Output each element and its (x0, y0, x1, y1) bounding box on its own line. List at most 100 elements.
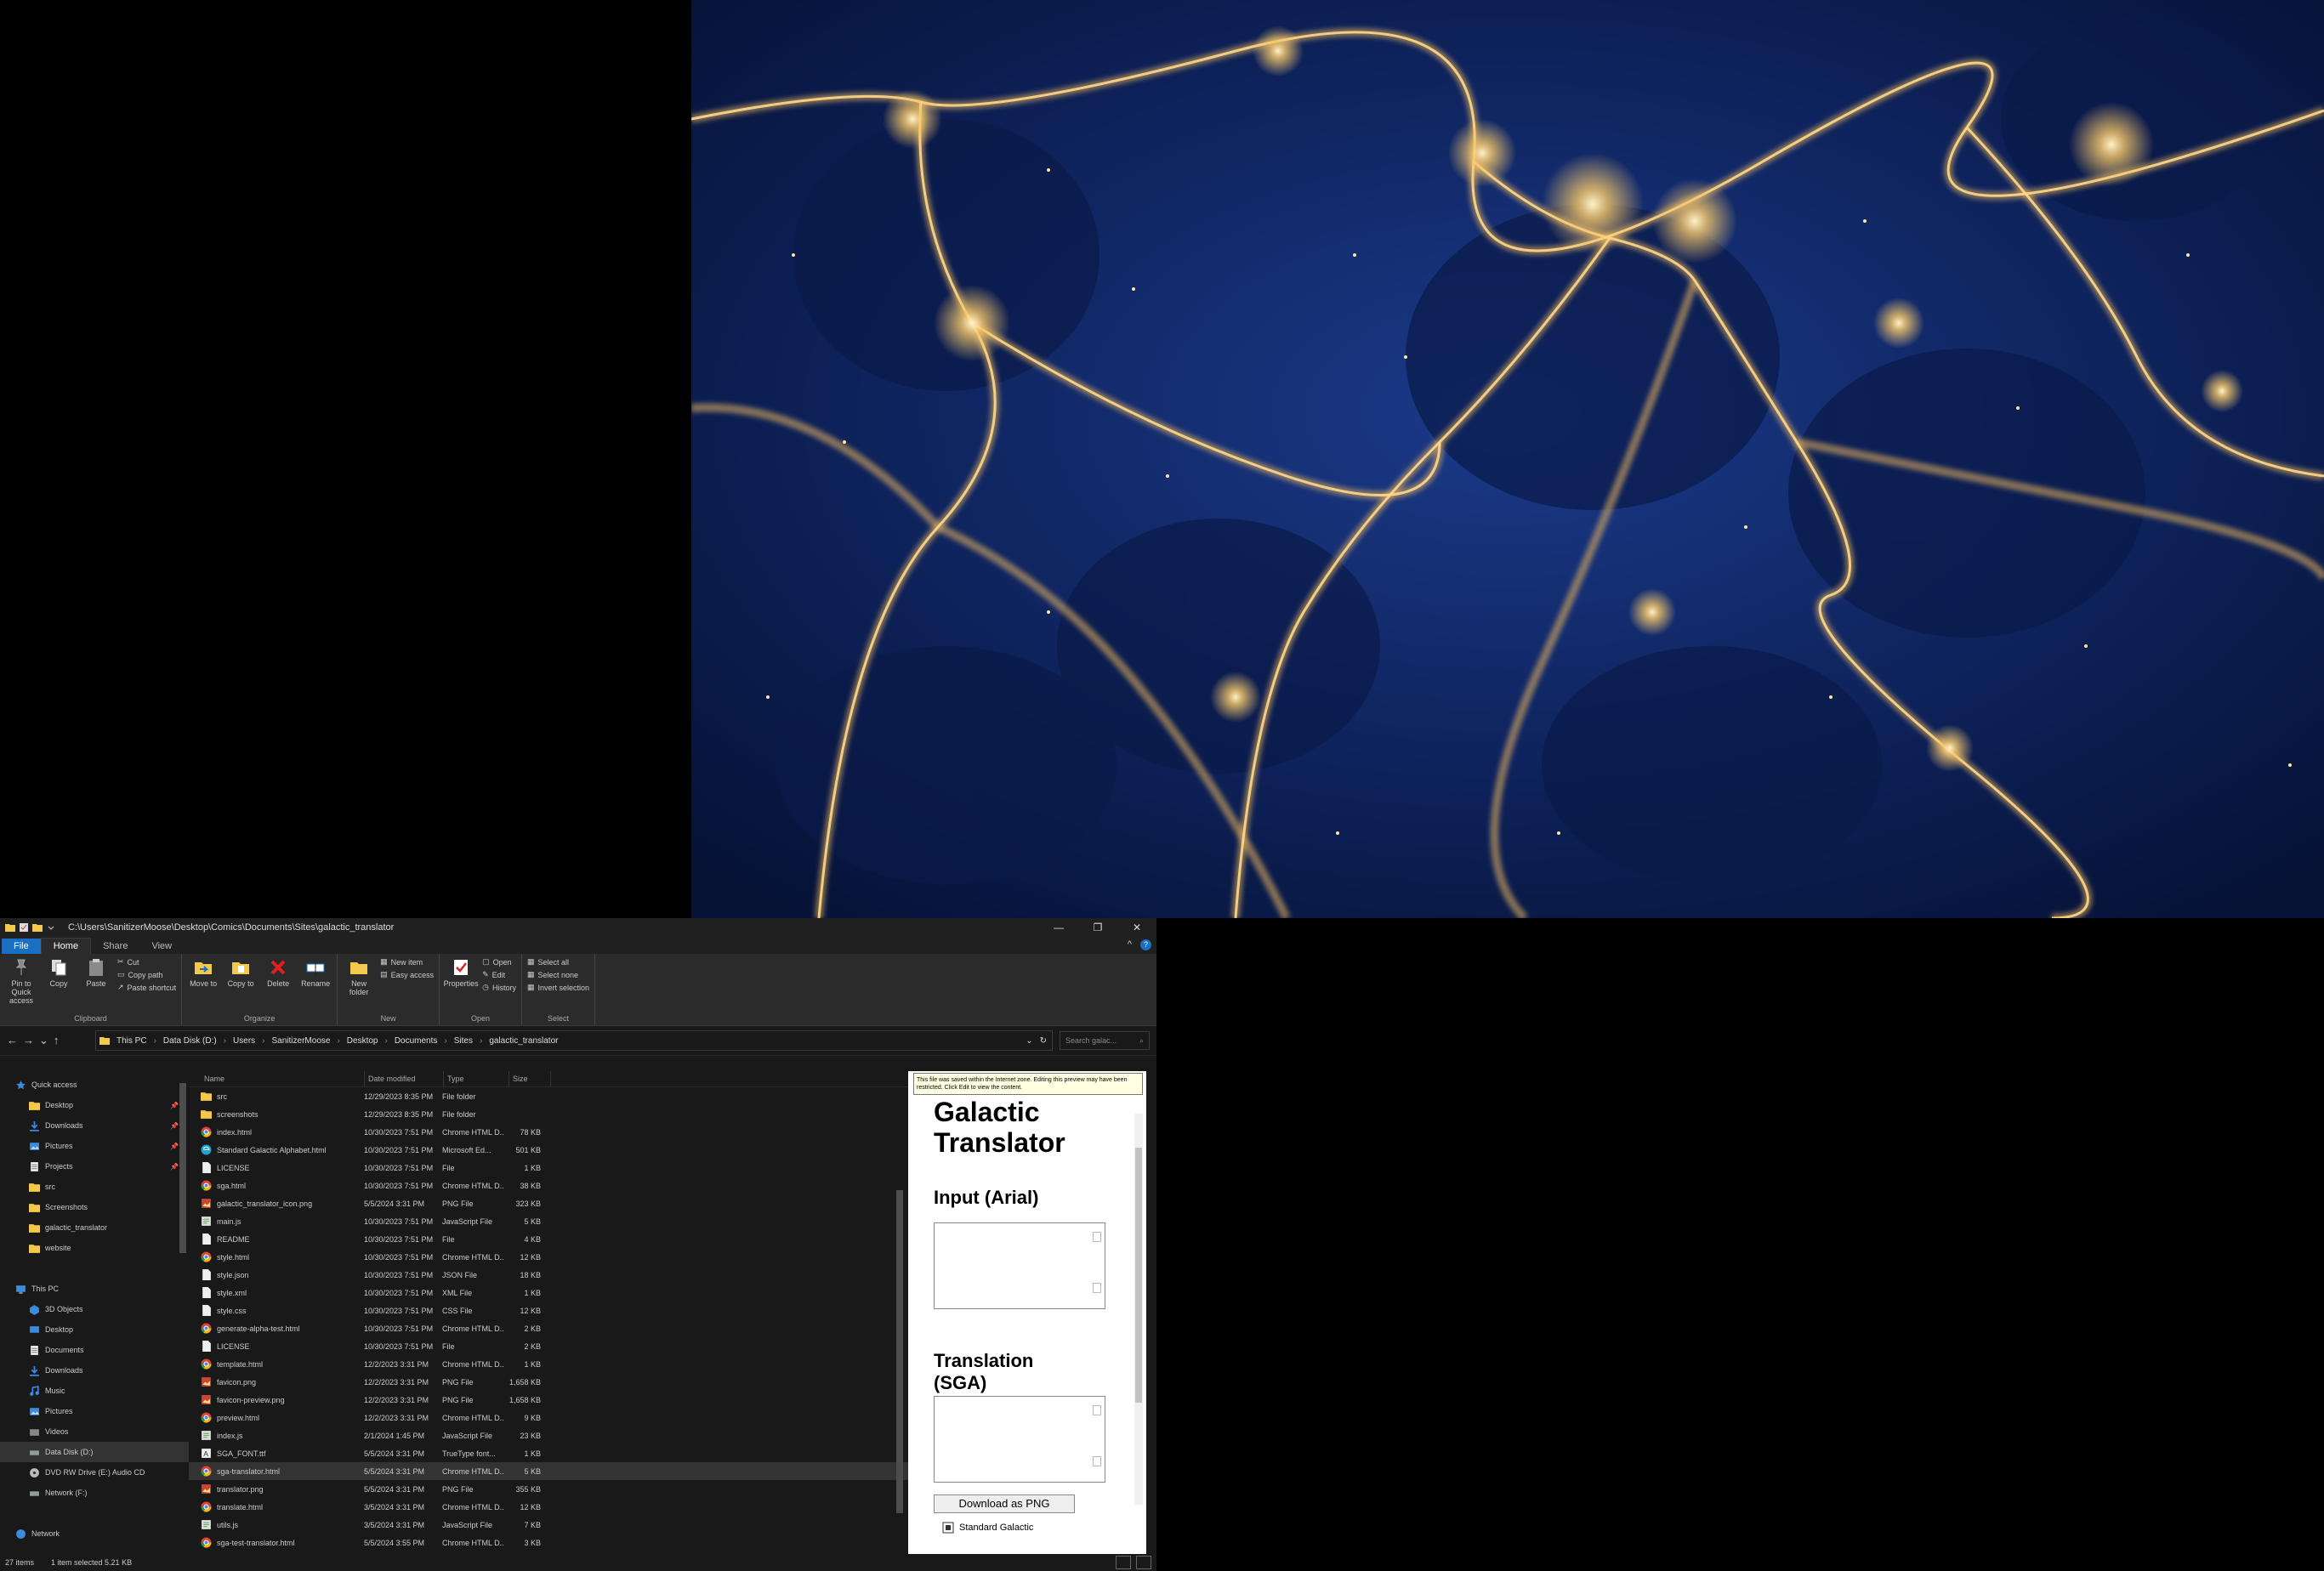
properties-icon[interactable] (19, 922, 29, 933)
file-row[interactable]: style.html 10/30/2023 7:51 PM Chrome HTML … (189, 1248, 908, 1266)
properties-button[interactable]: Properties (444, 957, 479, 988)
invert-selection-button[interactable]: ▦ Invert selection (527, 983, 589, 992)
nav-item[interactable]: Data Disk (D:) (0, 1442, 189, 1462)
nav-item[interactable]: DVD RW Drive (E:) Audio CD (0, 1462, 189, 1483)
file-row[interactable]: sga-translator.html 5/5/2024 3:31 PM Chrom… (189, 1462, 908, 1480)
recent-locations-button[interactable]: ⌄ (39, 1034, 48, 1047)
copy-to-button[interactable]: Copy to (224, 957, 257, 988)
rename-button[interactable]: Rename (299, 957, 332, 988)
maximize-button[interactable]: ❐ (1078, 918, 1117, 937)
refresh-button[interactable]: ↻ (1040, 1036, 1047, 1046)
nav-item[interactable]: galactic_translator (0, 1217, 189, 1238)
open-button[interactable]: ▢ Open (482, 957, 516, 967)
move-to-button[interactable]: Move to (187, 957, 219, 988)
font-select[interactable]: Standard Galactic (942, 1522, 1033, 1534)
file-row[interactable]: README 10/30/2023 7:51 PM File 4 KB (189, 1230, 908, 1248)
file-row[interactable]: galactic_translator_icon.png 5/5/2024 3:3… (189, 1194, 908, 1212)
tab-file[interactable]: File (2, 939, 41, 954)
breadcrumb-desktop[interactable]: Desktop (347, 1036, 378, 1046)
file-row[interactable]: style.xml 10/30/2023 7:51 PM XML File 1 KB (189, 1284, 908, 1302)
nav-item[interactable]: src (0, 1177, 189, 1197)
file-row[interactable]: translator.png 5/5/2024 3:31 PM PNG File 35… (189, 1480, 908, 1498)
breadcrumb-this-pc[interactable]: This PC (116, 1036, 147, 1046)
nav-item[interactable]: Downloads (0, 1360, 189, 1381)
nav-item[interactable]: website (0, 1238, 189, 1258)
file-row[interactable]: generate-alpha-test.html 10/30/2023 7:51 … (189, 1319, 908, 1337)
address-dropdown-icon[interactable]: ⌄ (1026, 1036, 1032, 1046)
delete-button[interactable]: Delete (262, 957, 294, 988)
file-row[interactable]: sga.html 10/30/2023 7:51 PM Chrome HTML D.… (189, 1177, 908, 1194)
address-bar[interactable]: This PC › Data Disk (D:) › Users › Sanitize… (95, 1030, 1053, 1051)
file-row[interactable]: screenshots 12/29/2023 8:35 PM File folder (189, 1105, 908, 1123)
file-row[interactable]: main.js 10/30/2023 7:51 PM JavaScript File… (189, 1212, 908, 1230)
history-button[interactable]: ◷ History (482, 983, 516, 992)
column-size[interactable]: Size (509, 1071, 551, 1086)
paste-button[interactable]: Paste (80, 957, 112, 988)
cut-button[interactable]: ✂ Cut (117, 957, 176, 967)
file-row[interactable]: translate.html 3/5/2024 3:31 PM Chrome HTM… (189, 1498, 908, 1516)
copy-button[interactable]: Copy (43, 957, 75, 988)
file-row[interactable]: sga-test-translator.html 5/5/2024 3:55 PM… (189, 1534, 908, 1551)
select-all-button[interactable]: ▦ Select all (527, 957, 589, 967)
nav-item[interactable]: Desktop (0, 1319, 189, 1340)
breadcrumb-galactic-translator[interactable]: galactic_translator (489, 1036, 558, 1046)
file-row[interactable]: style.json 10/30/2023 7:51 PM JSON File 18 … (189, 1266, 908, 1284)
help-icon[interactable]: ? (1140, 939, 1151, 950)
breadcrumb-sites[interactable]: Sites (454, 1036, 473, 1046)
tab-view[interactable]: View (139, 939, 184, 954)
new-folder-icon[interactable] (32, 922, 43, 933)
edit-button[interactable]: ✎ Edit (482, 970, 516, 979)
file-row[interactable]: index.html 10/30/2023 7:51 PM Chrome HTML … (189, 1123, 908, 1141)
minimize-button[interactable]: — (1039, 918, 1078, 937)
up-button[interactable]: ↑ (54, 1034, 60, 1047)
breadcrumb-data-disk[interactable]: Data Disk (D:) (163, 1036, 217, 1046)
nav-item[interactable]: This PC (0, 1279, 189, 1299)
nav-item[interactable]: Projects 📌 (0, 1156, 189, 1177)
nav-item[interactable]: Documents (0, 1340, 189, 1360)
file-row[interactable]: Standard Galactic Alphabet.html 10/30/202… (189, 1141, 908, 1159)
nav-item[interactable]: Pictures 📌 (0, 1136, 189, 1156)
file-row[interactable]: preview.html 12/2/2023 3:31 PM Chrome HTML… (189, 1409, 908, 1426)
ribbon-toggle-button[interactable]: ^ (1128, 939, 1132, 950)
nav-item[interactable]: Videos (0, 1421, 189, 1442)
nav-scrollbar[interactable] (179, 1075, 187, 1483)
nav-item[interactable]: Music (0, 1381, 189, 1401)
file-row[interactable]: favicon-preview.png 12/2/2023 3:31 PM PNG … (189, 1391, 908, 1409)
nav-item[interactable]: Pictures (0, 1401, 189, 1421)
file-row[interactable]: style.css 10/30/2023 7:51 PM CSS File 12 KB (189, 1302, 908, 1319)
breadcrumb-users[interactable]: Users (233, 1036, 255, 1046)
file-list-scrollbar[interactable] (895, 1071, 905, 1554)
column-type[interactable]: Type (444, 1071, 509, 1086)
close-button[interactable]: ✕ (1117, 918, 1156, 937)
search-input[interactable]: Search galac... ⌕ (1060, 1031, 1150, 1050)
file-row[interactable]: template.html 12/2/2023 3:31 PM Chrome HTM… (189, 1355, 908, 1373)
file-row[interactable]: index.js 2/1/2024 1:45 PM JavaScript File 2… (189, 1426, 908, 1444)
folder-icon[interactable] (5, 922, 15, 933)
back-button[interactable]: ← (7, 1034, 18, 1047)
nav-item[interactable]: Downloads 📌 (0, 1115, 189, 1136)
pin-quick-access-button[interactable]: Pin to Quick access (5, 957, 37, 1005)
column-date-modified[interactable]: Date modified (365, 1071, 444, 1086)
new-folder-button[interactable]: New folder (343, 957, 375, 996)
file-row[interactable]: favicon.png 12/2/2023 3:31 PM PNG File 1,65… (189, 1373, 908, 1391)
file-row[interactable]: src 12/29/2023 8:35 PM File folder (189, 1087, 908, 1105)
nav-item[interactable]: Desktop 📌 (0, 1095, 189, 1115)
breadcrumb-user[interactable]: SanitizerMoose (272, 1036, 331, 1046)
nav-item[interactable]: Screenshots (0, 1197, 189, 1217)
forward-button[interactable]: → (23, 1034, 34, 1047)
file-row[interactable]: LICENSE 10/30/2023 7:51 PM File 1 KB (189, 1159, 908, 1177)
paste-shortcut-button[interactable]: ↗ Paste shortcut (117, 983, 176, 992)
copy-path-button[interactable]: ▭ Copy path (117, 970, 176, 979)
new-item-button[interactable]: ▦ New item (380, 957, 434, 967)
select-none-button[interactable]: ▦ Select none (527, 970, 589, 979)
chevron-down-icon[interactable] (46, 922, 56, 933)
nav-item[interactable]: Network (F:) (0, 1483, 189, 1503)
nav-item[interactable]: Quick access (0, 1075, 189, 1095)
nav-item[interactable]: 3D Objects (0, 1299, 189, 1319)
input-textarea[interactable] (934, 1222, 1105, 1309)
file-row[interactable]: utils.js 3/5/2024 3:31 PM JavaScript File 7… (189, 1516, 908, 1534)
details-view-button[interactable] (1116, 1556, 1131, 1569)
large-icons-view-button[interactable] (1136, 1556, 1151, 1569)
download-png-button[interactable]: Download as PNG (934, 1494, 1075, 1513)
nav-item[interactable]: Network (0, 1523, 189, 1544)
